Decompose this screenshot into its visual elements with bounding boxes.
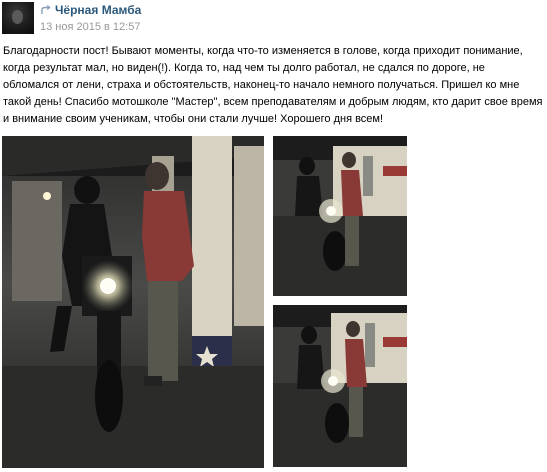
photo-top-image	[273, 136, 407, 296]
post-photo-bottom[interactable]	[273, 305, 407, 467]
post-text: Благодарности пост! Бывают моменты, когд…	[3, 45, 543, 125]
post-header: Чёрная Мамба	[40, 2, 141, 18]
avatar-face	[12, 10, 23, 24]
post-date[interactable]: 13 ноя 2015 в 12:57	[40, 21, 140, 33]
photo-bottom-image	[273, 305, 407, 467]
share-arrow-icon	[41, 4, 51, 14]
author-name-link[interactable]: Чёрная Мамба	[55, 3, 141, 17]
author-avatar[interactable]	[2, 2, 34, 34]
photo-main-image	[2, 136, 264, 468]
post-photo-main[interactable]	[2, 136, 264, 468]
post-photo-top[interactable]	[273, 136, 407, 296]
wall-post: Чёрная Мамба 13 ноя 2015 в 12:57 Благода…	[0, 0, 547, 472]
